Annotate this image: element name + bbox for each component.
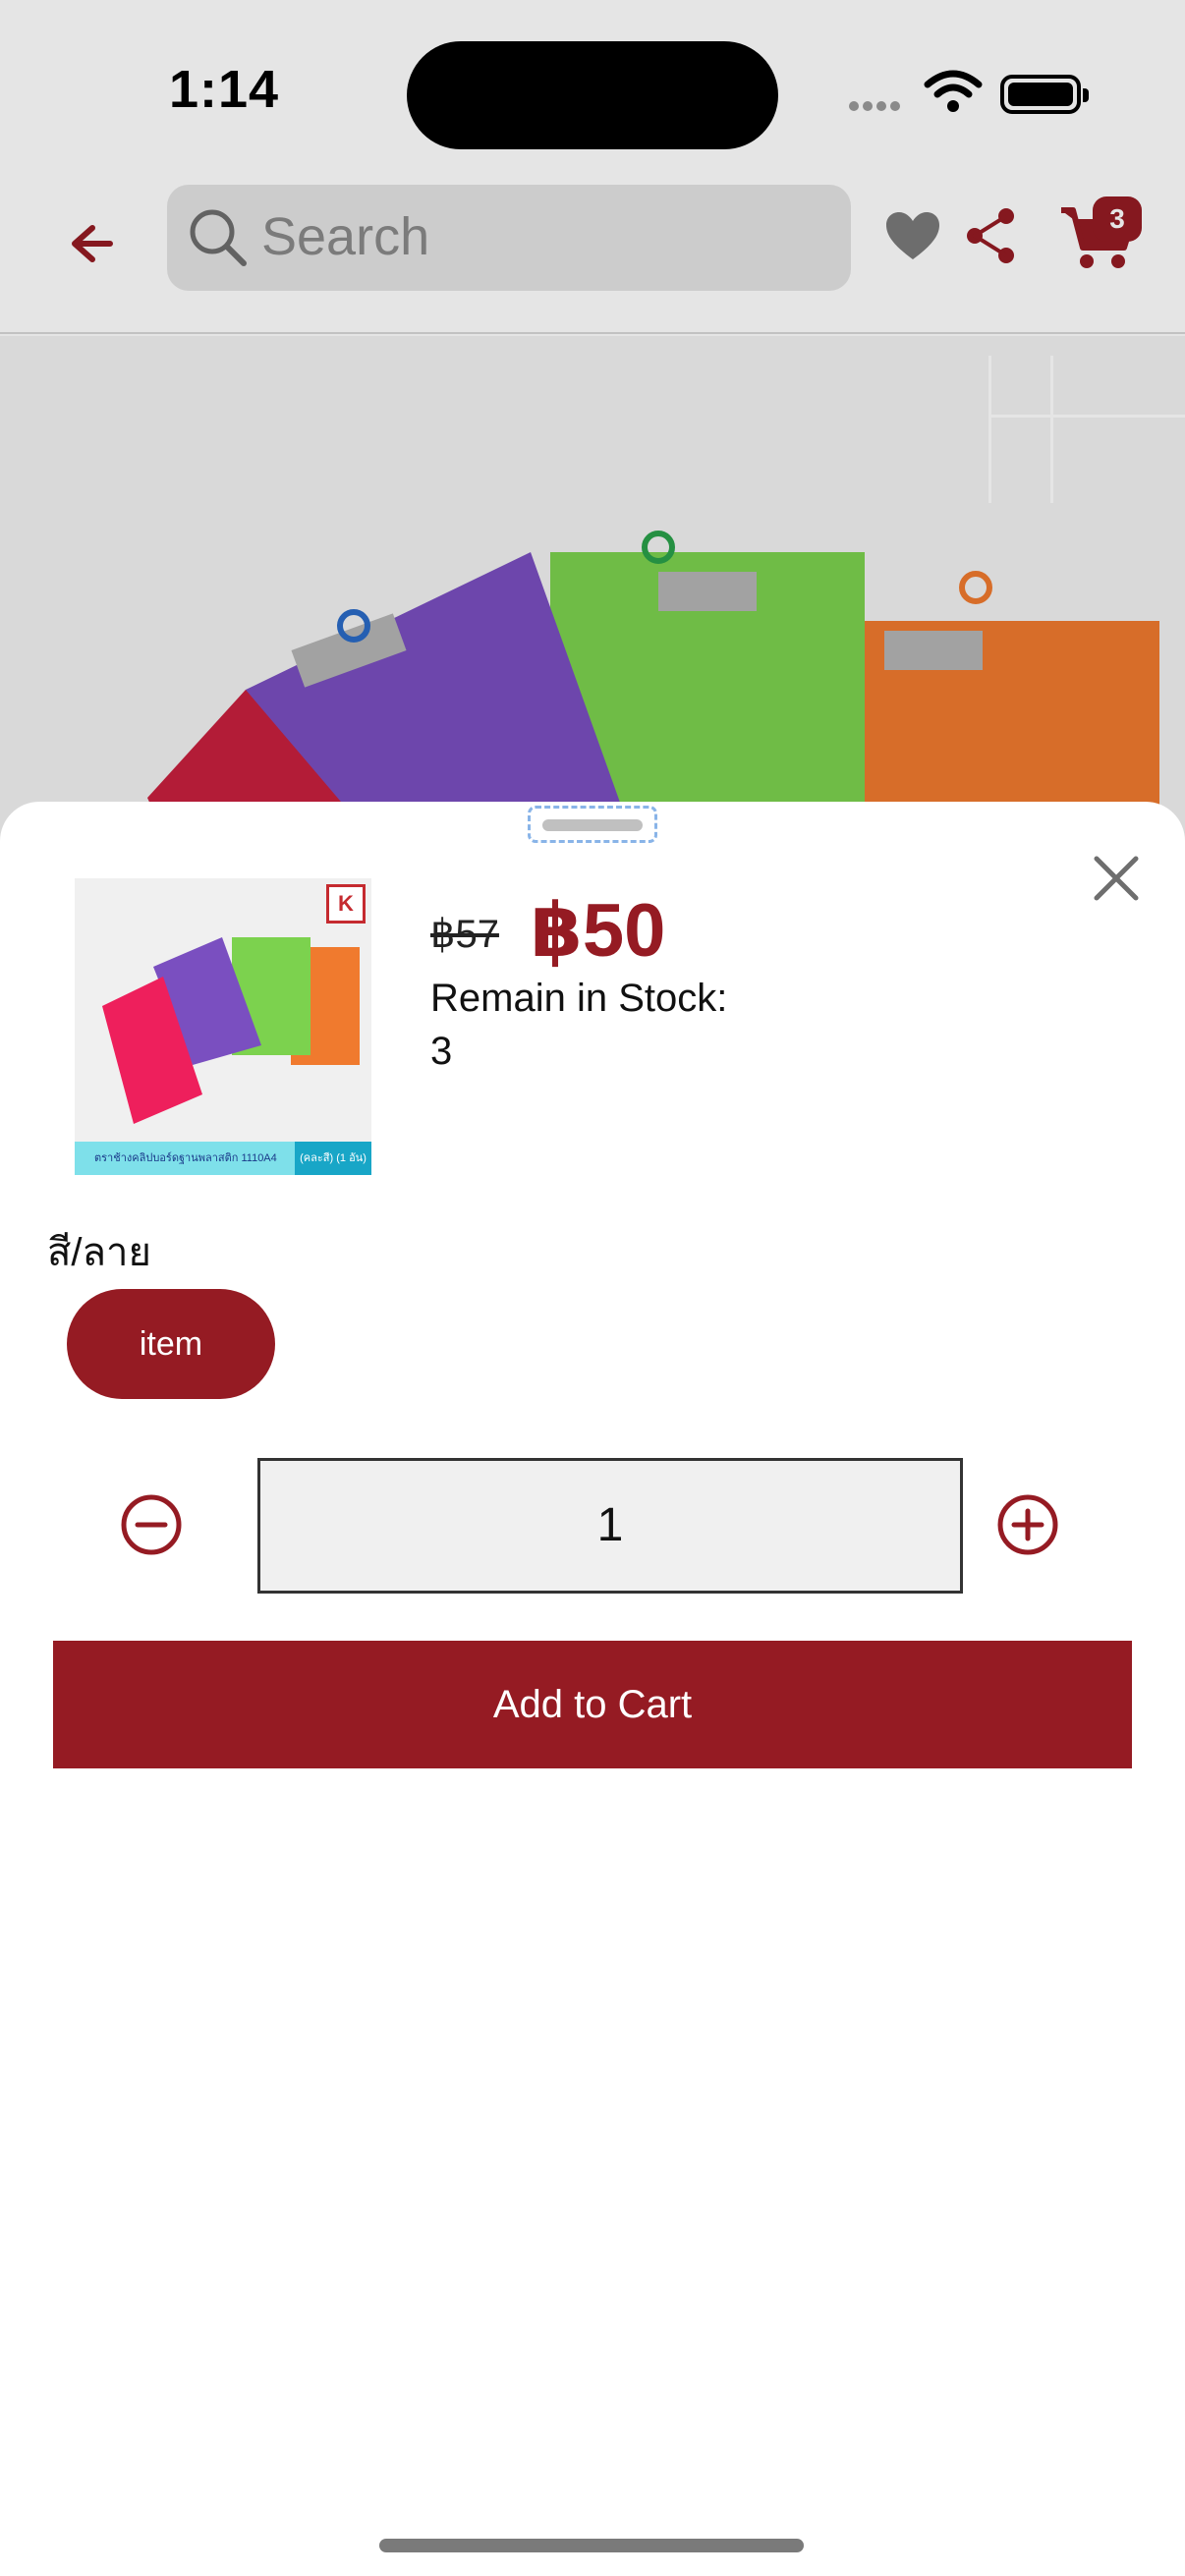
thumbnail-caption: ตราช้างคลิปบอร์ดฐานพลาสติก 1110A4 (คละสี…: [75, 1142, 371, 1175]
thumbnail-caption-tag: (คละสี) (1 อัน): [295, 1142, 371, 1175]
stock-label: Remain in Stock:: [430, 977, 728, 1020]
add-to-cart-button[interactable]: Add to Cart: [53, 1641, 1132, 1768]
quantity-increase-button[interactable]: [996, 1493, 1059, 1556]
option-group-title: สี/ลาย: [47, 1231, 151, 1274]
add-to-cart-sheet: K ตราช้างคลิปบอร์ดฐานพลาสติก 1110A4 (คละ…: [0, 802, 1185, 2576]
home-indicator[interactable]: [379, 2539, 804, 2552]
quantity-input[interactable]: 1: [257, 1458, 963, 1594]
thumbnail-caption-text: ตราช้างคลิปบอร์ดฐานพลาสติก 1110A4: [94, 1152, 277, 1164]
current-price: ฿50: [531, 889, 666, 973]
original-price: ฿57: [430, 913, 499, 956]
stock-value: 3: [430, 1030, 453, 1073]
option-chip-item[interactable]: item: [67, 1289, 275, 1399]
brand-logo: K: [326, 884, 366, 924]
product-thumbnail: K ตราช้างคลิปบอร์ดฐานพลาสติก 1110A4 (คละ…: [75, 878, 371, 1175]
close-icon[interactable]: [1089, 851, 1144, 906]
sheet-grabber[interactable]: [528, 806, 657, 843]
quantity-decrease-button[interactable]: [120, 1493, 183, 1556]
